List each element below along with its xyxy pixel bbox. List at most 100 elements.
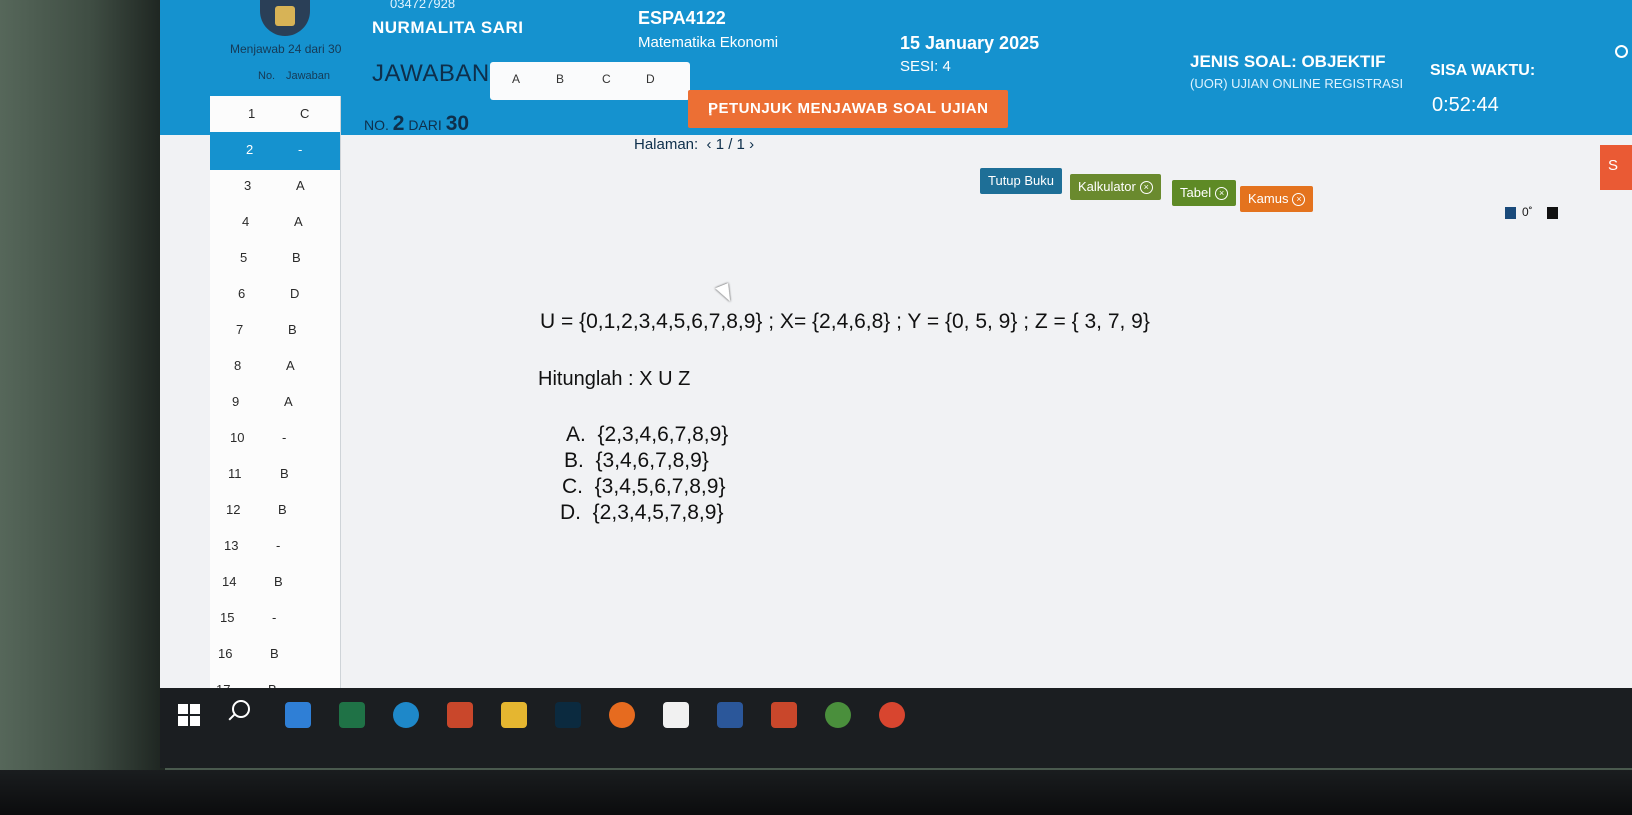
answer-choice[interactable]: D. {2,3,4,5,7,8,9} bbox=[560, 501, 723, 525]
answer-sidebar-number: 7 bbox=[236, 322, 244, 337]
powerpoint-app-icon[interactable] bbox=[771, 702, 797, 728]
zoom-icon bbox=[1505, 206, 1516, 219]
answer-sidebar-answer: A bbox=[284, 394, 293, 409]
chrome-icon[interactable] bbox=[825, 702, 851, 728]
question-type: JENIS SOAL: OBJEKTIF bbox=[1190, 52, 1386, 71]
answer-sidebar-item[interactable]: 3A bbox=[210, 168, 340, 206]
side-panel-tab[interactable]: S bbox=[1600, 145, 1632, 190]
answer-sidebar-number: 6 bbox=[238, 286, 246, 301]
exam-id: 034727928 bbox=[390, 0, 456, 11]
answer-sidebar-number: 15 bbox=[220, 610, 235, 625]
answer-sidebar-item[interactable]: 12 B bbox=[210, 492, 340, 530]
answer-sidebar-answer: - bbox=[298, 142, 303, 157]
answer-sidebar-item[interactable]: 10 - bbox=[210, 420, 340, 458]
answer-sidebar-number: 11 bbox=[228, 466, 242, 481]
answer-sidebar-number: 9 bbox=[232, 394, 240, 409]
excel-icon[interactable] bbox=[339, 702, 365, 728]
dictionary-label: Kamus bbox=[1248, 191, 1289, 206]
dictionary-button[interactable]: Kamus × bbox=[1240, 186, 1314, 212]
answer-sidebar-item[interactable]: 5B bbox=[210, 240, 340, 278]
word-icon[interactable] bbox=[663, 702, 689, 728]
answer-choice-value: {2,3,4,6,7,8,9} bbox=[597, 423, 729, 446]
calculator-label: Kalkulator bbox=[1078, 179, 1136, 194]
answer-option-c[interactable]: C bbox=[602, 72, 611, 86]
answer-choice-letter: B. bbox=[564, 449, 584, 472]
chrome-profile-icon[interactable] bbox=[879, 702, 905, 728]
time-remaining: 0:52:44 bbox=[1432, 94, 1499, 116]
answer-sidebar-number: 12 bbox=[226, 502, 241, 517]
answer-choice-letter: C. bbox=[562, 475, 583, 498]
answer-sidebar-number: 16 bbox=[218, 646, 233, 661]
answer-choice[interactable]: A. {2,3,4,6,7,8,9} bbox=[566, 423, 728, 447]
firefox-icon[interactable] bbox=[609, 702, 635, 728]
question-no-label: NO. bbox=[364, 117, 389, 133]
answer-sidebar-item[interactable]: 6D bbox=[210, 276, 340, 314]
answer-options: A B C D bbox=[490, 62, 690, 100]
course-code: ESPA4122 bbox=[638, 8, 726, 28]
settings-icon[interactable] bbox=[1615, 45, 1628, 58]
answer-sidebar-item[interactable]: 2- bbox=[210, 132, 340, 170]
answer-sidebar-item[interactable]: 13 - bbox=[210, 528, 340, 566]
answer-sidebar: 1C2-3A4A5B6D7B8A9A10-11B12B13-14B15-16B1… bbox=[210, 96, 341, 697]
fullscreen-icon[interactable] bbox=[1546, 206, 1558, 219]
monitor-bezel-left bbox=[0, 0, 165, 815]
answer-sidebar-number: 14 bbox=[222, 574, 237, 589]
file-explorer-icon[interactable] bbox=[501, 702, 527, 728]
close-book-button[interactable]: Tutup Buku bbox=[980, 168, 1063, 194]
answer-sidebar-number: 5 bbox=[240, 250, 248, 265]
answer-choice-letter: A. bbox=[566, 423, 586, 446]
word-app-icon[interactable] bbox=[717, 702, 743, 728]
question-current: 2 bbox=[392, 112, 405, 135]
answer-sidebar-number: 10 bbox=[230, 430, 245, 445]
answer-sidebar-answer: - bbox=[282, 430, 287, 445]
photoshop-icon[interactable] bbox=[555, 702, 581, 728]
task-view-icon[interactable] bbox=[285, 702, 311, 728]
question-total: 30 bbox=[445, 112, 470, 135]
answer-choice[interactable]: B. {3,4,6,7,8,9} bbox=[564, 449, 709, 473]
answer-sidebar-item[interactable]: 11 B bbox=[210, 456, 340, 494]
edge-icon[interactable] bbox=[393, 702, 419, 728]
search-icon[interactable] bbox=[232, 700, 250, 718]
page-pager[interactable]: ‹ 1 / 1 › bbox=[707, 136, 755, 153]
info-icon: ⵑ bbox=[708, 102, 714, 119]
answer-sidebar-item[interactable]: 8A bbox=[210, 348, 340, 386]
powerpoint-icon[interactable] bbox=[447, 702, 473, 728]
answer-option-a[interactable]: A bbox=[512, 72, 520, 86]
question-of-label: DARI bbox=[408, 117, 442, 133]
answer-sidebar-answer: C bbox=[300, 106, 310, 121]
answer-choice-letter: D. bbox=[560, 501, 581, 524]
answer-sidebar-number: 2 bbox=[246, 142, 254, 157]
mouse-cursor-icon bbox=[715, 283, 735, 305]
close-icon: × bbox=[1292, 193, 1306, 207]
answer-choice-value: {3,4,6,7,8,9} bbox=[595, 449, 709, 472]
answer-sidebar-item[interactable]: 14 B bbox=[210, 564, 340, 602]
answer-sidebar-item[interactable]: 4A bbox=[210, 204, 340, 242]
answer-sidebar-item[interactable]: 16 B bbox=[210, 636, 340, 674]
exam-guide-button[interactable]: PETUNJUK MENJAWAB SOAL UJIAN ⵑ bbox=[688, 90, 1008, 128]
answer-sidebar-item[interactable]: 1C bbox=[210, 96, 340, 134]
answer-choice[interactable]: C. {3,4,5,6,7,8,9} bbox=[562, 475, 725, 499]
course-name: Matematika Ekonomi bbox=[638, 34, 779, 51]
answered-count: Menjawab 24 dari 30 bbox=[230, 42, 342, 56]
windows-taskbar bbox=[160, 688, 1632, 768]
calculator-button[interactable]: Kalkulator × bbox=[1070, 174, 1161, 200]
page-navigation: Halaman: ‹ 1 / 1 › bbox=[634, 136, 754, 153]
answer-option-d[interactable]: D bbox=[646, 72, 655, 86]
answer-sidebar-item[interactable]: 15 - bbox=[210, 600, 340, 638]
table-button[interactable]: Tabel × bbox=[1172, 180, 1237, 206]
answer-sidebar-answer: - bbox=[276, 538, 281, 553]
answer-sidebar-number: 13 bbox=[224, 538, 239, 553]
answer-sidebar-answer: B bbox=[274, 574, 283, 589]
zoom-control[interactable]: 0˚ bbox=[1505, 205, 1558, 219]
answer-sidebar-answer: A bbox=[294, 214, 303, 229]
side-panel-tab-label: S bbox=[1608, 157, 1619, 174]
answer-sidebar-item[interactable]: 9A bbox=[210, 384, 340, 422]
answer-sidebar-item[interactable]: 7B bbox=[210, 312, 340, 350]
answer-option-b[interactable]: B bbox=[556, 72, 564, 86]
monitor-bezel-bottom bbox=[0, 770, 1632, 815]
time-remaining-label: SISA WAKTU: bbox=[1430, 62, 1536, 79]
exam-date: 15 January 2025 bbox=[900, 33, 1040, 53]
university-logo-icon bbox=[260, 0, 310, 36]
page-label: Halaman: bbox=[634, 136, 699, 153]
close-icon: × bbox=[1215, 187, 1229, 201]
